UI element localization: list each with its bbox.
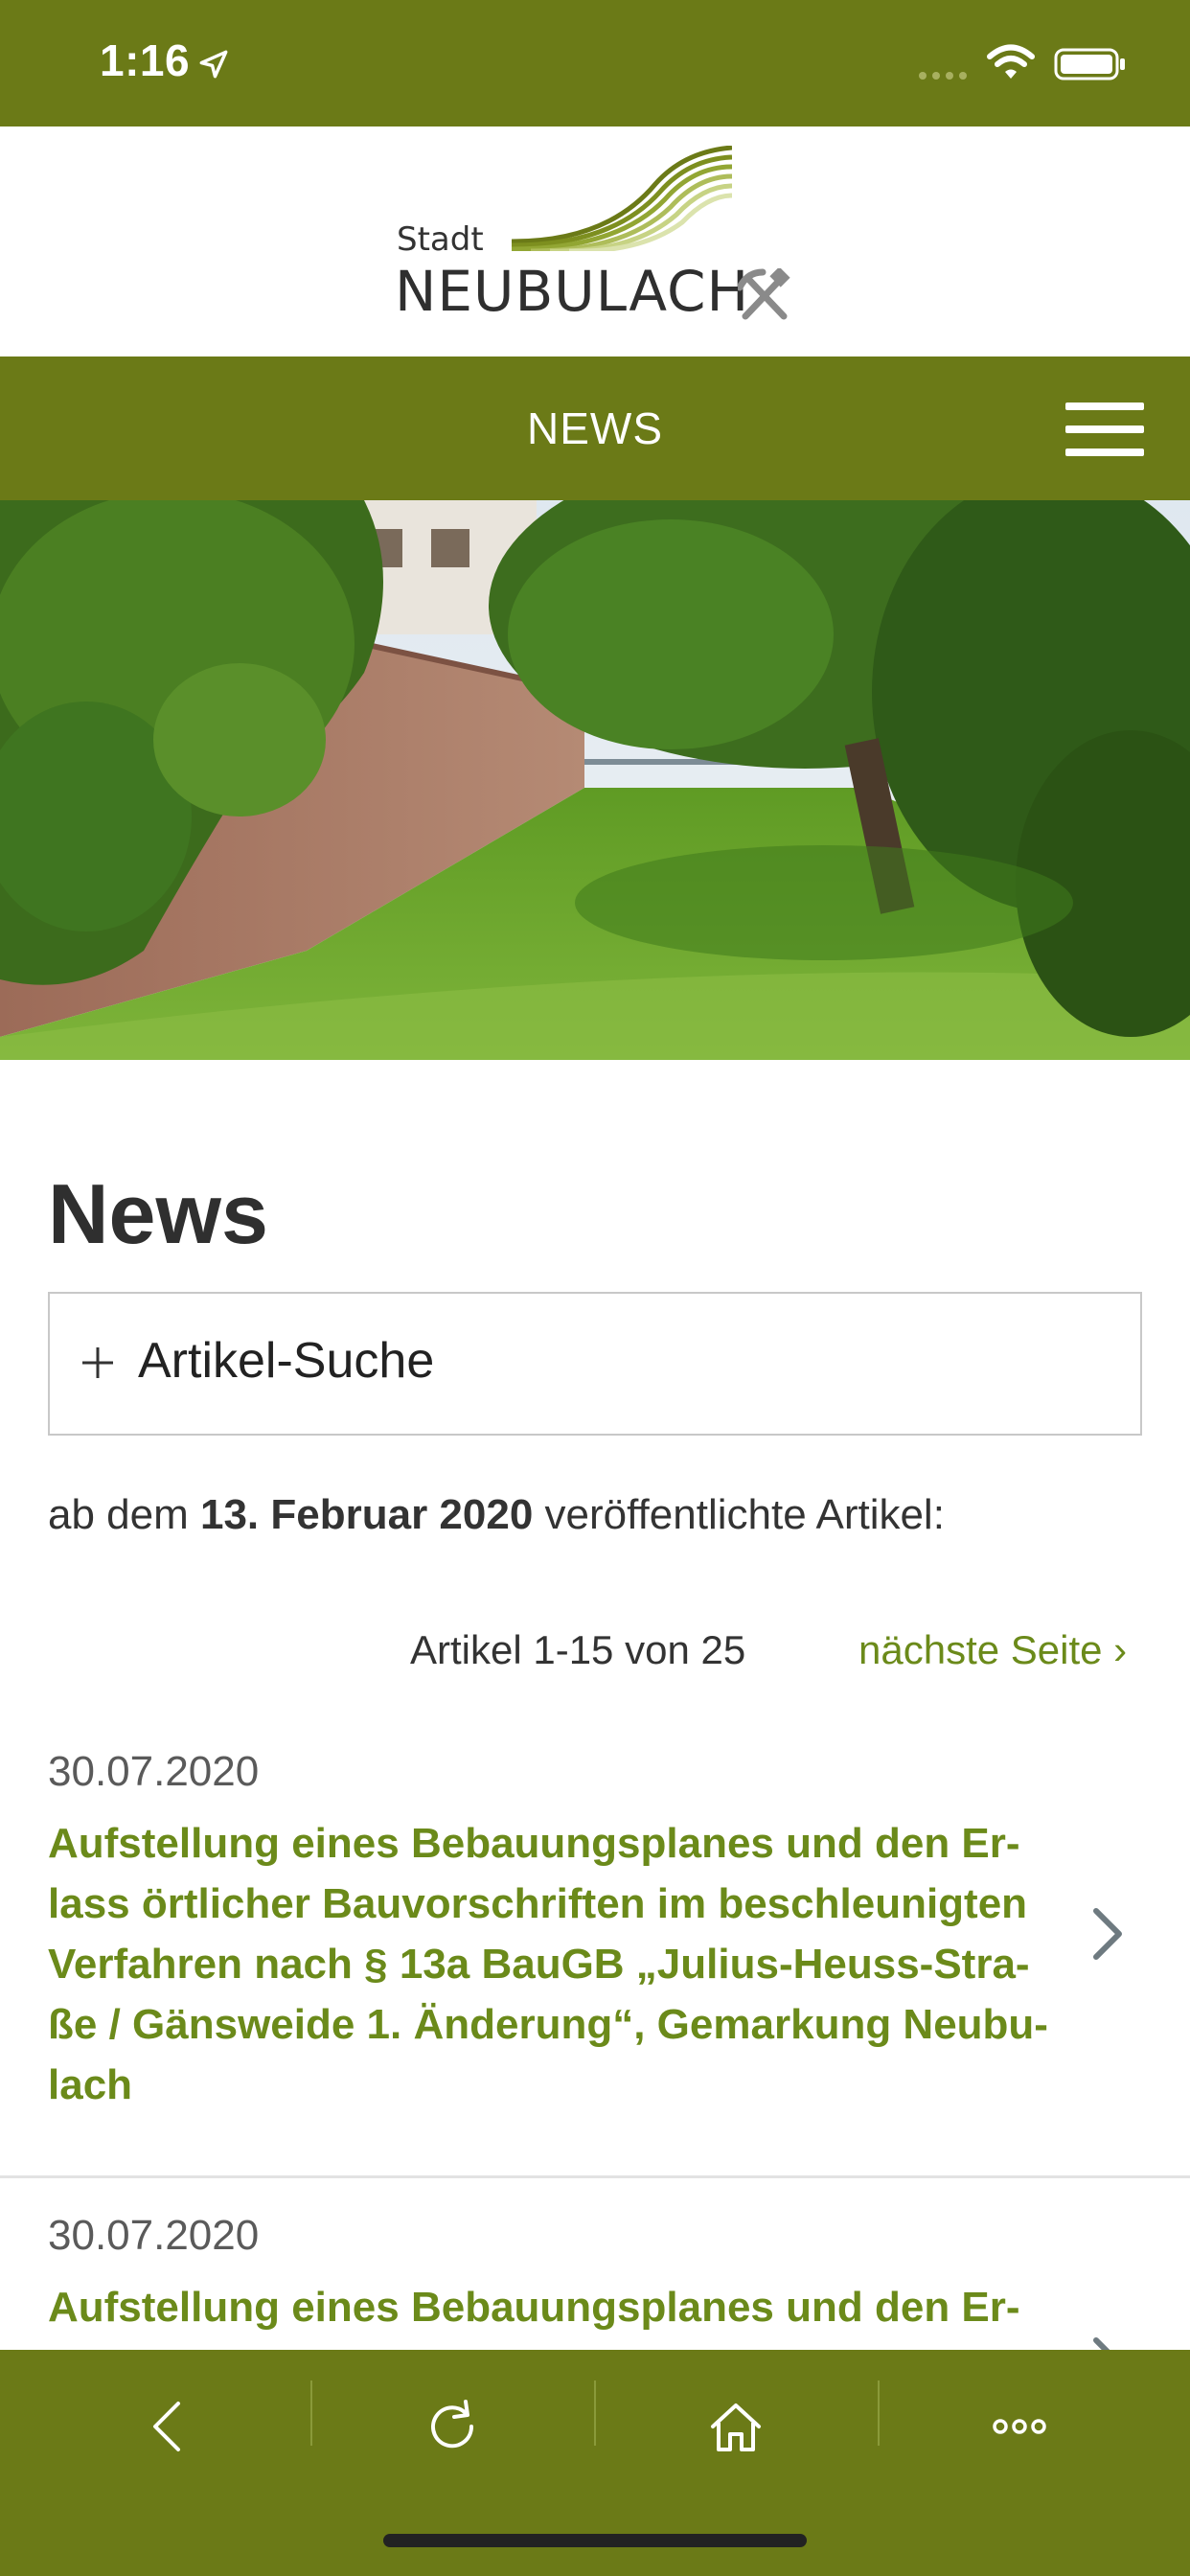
page-title: News <box>48 1166 268 1261</box>
plus-icon <box>82 1347 113 1378</box>
article-search-toggle[interactable]: Artikel-Suche <box>48 1292 1142 1436</box>
nav-bar: NEWS <box>0 356 1190 500</box>
home-button[interactable] <box>678 2379 793 2474</box>
article-title-line: lass örtlicher Bauvorschriften im beschl… <box>48 1880 1028 1927</box>
status-bar: 1:16 <box>0 0 1190 126</box>
home-icon <box>711 2404 761 2451</box>
location-arrow-icon <box>199 50 228 79</box>
reload-icon <box>431 2400 474 2449</box>
article-divider <box>0 2175 1190 2178</box>
article-title: Aufstellung eines Bebauungsplanes und de… <box>48 2277 1083 2337</box>
signal-dots-icon <box>919 72 967 80</box>
back-icon <box>153 2402 180 2451</box>
article-title-line: ße / Gänsweide 1. Änderung“, Gemarkung N… <box>48 2001 1048 2048</box>
home-indicator[interactable] <box>383 2534 807 2547</box>
hamburger-menu-icon[interactable] <box>1062 401 1148 458</box>
back-button[interactable] <box>113 2379 228 2474</box>
article-item[interactable]: 30.07.2020 Aufstellung eines Bebauungspl… <box>0 1735 1190 2175</box>
logo-name-text: NEUBULACH <box>395 259 750 324</box>
hero-image <box>0 500 1190 1060</box>
toolbar-separator <box>594 2380 596 2446</box>
nav-title: NEWS <box>527 403 663 453</box>
article-search-label: Artikel-Suche <box>138 1333 435 1389</box>
published-since-date: 13. Februar 2020 <box>199 1491 534 1538</box>
toolbar-separator <box>310 2380 312 2446</box>
article-title-line: Aufstellung eines Bebauungsplanes und de… <box>48 1820 1020 1867</box>
article-title-line: lach <box>48 2061 133 2108</box>
chevron-right-icon <box>1093 1908 1122 1960</box>
toolbar-separator <box>878 2380 880 2446</box>
article-title-line: Aufstellung eines Bebauungsplanes und de… <box>48 2284 1020 2331</box>
pager-count: Artikel 1-15 von 25 <box>410 1627 746 1672</box>
logo-stadt-text: Stadt <box>397 220 484 259</box>
reload-button[interactable] <box>395 2379 510 2474</box>
next-page-link[interactable]: nächste Seite › <box>858 1627 1127 1673</box>
more-icon <box>993 2419 1046 2434</box>
more-button[interactable] <box>962 2379 1077 2474</box>
swoosh-logo-icon <box>512 146 732 251</box>
article-item[interactable]: 30.07.2020 Aufstellung eines Bebauungspl… <box>0 2200 1190 2350</box>
article-date: 30.07.2020 <box>48 1748 260 1795</box>
article-date: 30.07.2020 <box>48 2212 260 2259</box>
article-title: Aufstellung eines Bebauungsplanes und de… <box>48 1813 1083 2115</box>
logo-header[interactable]: Stadt NEUBULACH <box>0 126 1190 356</box>
chevron-right-icon <box>1093 2337 1110 2350</box>
article-title-line: Verfahren nach § 13a BauGB „Julius-Heuss… <box>48 1941 1030 1988</box>
hammer-pick-icon <box>738 268 790 320</box>
wifi-icon <box>987 44 1035 79</box>
status-time: 1:16 <box>100 35 191 85</box>
battery-icon <box>1054 48 1125 80</box>
published-since-text: ab dem 13. Februar 2020 veröffentlichte … <box>48 1491 945 1538</box>
